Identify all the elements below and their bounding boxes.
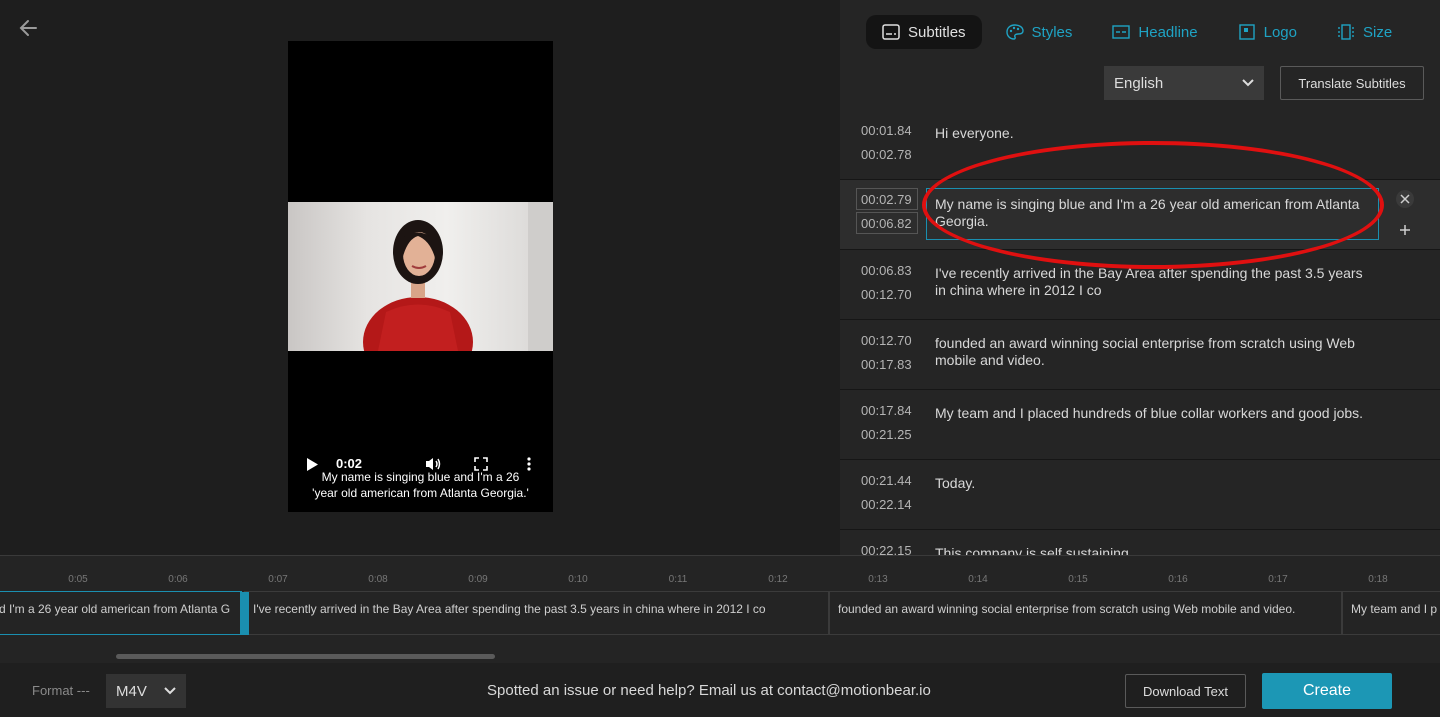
tab-label: Styles	[1031, 23, 1073, 41]
editor-panel: Subtitles Styles Headline Logo Size Engl…	[840, 0, 1440, 555]
tick-label: 0:13	[868, 574, 888, 585]
subtitle-text[interactable]: Today.	[935, 475, 1365, 492]
logo-icon	[1238, 24, 1255, 40]
arrow-left-icon[interactable]	[16, 16, 42, 40]
start-time: 00:22.15	[861, 543, 912, 555]
headline-icon	[1112, 25, 1131, 39]
start-time: 00:21.44	[861, 473, 912, 488]
start-time: 00:12.70	[861, 333, 912, 348]
create-button[interactable]: Create	[1262, 673, 1392, 709]
end-time: 00:12.70	[861, 287, 912, 302]
subtitles-icon	[882, 24, 900, 40]
timeline-clip[interactable]: founded an award winning social enterpri…	[829, 591, 1342, 635]
timeline-playhead[interactable]	[240, 592, 249, 635]
subtitle-row[interactable]: 00:21.44 00:22.14 Today.	[840, 460, 1440, 530]
timeline-clips: d I'm a 26 year old american from Atlant…	[0, 591, 1440, 635]
chevron-down-icon	[164, 687, 176, 695]
format-selected: M4V	[116, 682, 147, 700]
subtitle-text[interactable]: founded an award winning social enterpri…	[935, 335, 1365, 369]
tab-label: Size	[1363, 23, 1393, 41]
delete-subtitle-button[interactable]	[1396, 190, 1414, 208]
tick-label: 0:05	[68, 574, 88, 585]
end-time: 00:22.14	[861, 497, 912, 512]
format-label: Format ---	[32, 683, 90, 698]
download-text-button[interactable]: Download Text	[1125, 674, 1246, 708]
end-time: 00:17.83	[861, 357, 912, 372]
subtitle-text[interactable]: I've recently arrived in the Bay Area af…	[935, 265, 1365, 299]
timeline-ruler: 0:05 0:06 0:07 0:08 0:09 0:10 0:11 0:12 …	[0, 564, 1440, 592]
subtitle-text[interactable]: This company is self sustaining	[935, 545, 1365, 555]
chevron-down-icon	[1242, 79, 1254, 87]
tick-label: 0:14	[968, 574, 988, 585]
subtitle-text-input[interactable]: My name is singing blue and I'm a 26 yea…	[926, 188, 1379, 240]
language-selected: English	[1114, 74, 1164, 92]
caption-line: My name is singing blue and I'm a 26	[321, 470, 520, 484]
subtitle-row[interactable]: 00:06.83 00:12.70 I've recently arrived …	[840, 250, 1440, 320]
format-select[interactable]: M4V	[106, 674, 186, 708]
editor-tabs: Subtitles Styles Headline Logo Size	[866, 15, 1416, 49]
video-preview-area: 0:02 My name is singing blue and I'm a 2…	[0, 0, 840, 555]
tick-label: 0:09	[468, 574, 488, 585]
timeline: 0:05 0:06 0:07 0:08 0:09 0:10 0:11 0:12 …	[0, 555, 1440, 663]
start-time: 00:17.84	[861, 403, 912, 418]
end-time: 00:21.25	[861, 427, 912, 442]
tick-label: 0:06	[168, 574, 188, 585]
timeline-scrollbar-thumb[interactable]	[116, 654, 495, 659]
palette-icon	[1005, 24, 1024, 40]
translate-subtitles-button[interactable]: Translate Subtitles	[1280, 66, 1424, 100]
language-select[interactable]: English	[1104, 66, 1264, 100]
end-time-input[interactable]: 00:06.82	[856, 212, 918, 234]
tick-label: 0:17	[1268, 574, 1288, 585]
caption-line: 'year old american from Atlanta Georgia.…	[312, 486, 529, 500]
end-time: 00:02.78	[861, 147, 912, 162]
start-time-input[interactable]: 00:02.79	[856, 188, 918, 210]
tab-styles[interactable]: Styles	[990, 15, 1089, 49]
tab-label: Headline	[1138, 23, 1198, 41]
video-frame-image	[288, 202, 553, 351]
timeline-scrollbar[interactable]	[0, 654, 1440, 660]
tab-subtitles[interactable]: Subtitles	[866, 15, 982, 49]
start-time: 00:01.84	[861, 123, 912, 138]
add-subtitle-button[interactable]	[1396, 221, 1414, 239]
subtitle-text[interactable]: Hi everyone.	[935, 125, 1365, 142]
subtitle-row[interactable]: 00:17.84 00:21.25 My team and I placed h…	[840, 390, 1440, 460]
size-icon	[1338, 24, 1354, 40]
start-time: 00:06.83	[861, 263, 912, 278]
tick-label: 0:08	[368, 574, 388, 585]
tick-label: 0:11	[668, 574, 688, 585]
tick-label: 0:15	[1068, 574, 1088, 585]
tab-size[interactable]: Size	[1321, 15, 1408, 49]
tab-label: Subtitles	[908, 23, 966, 41]
tick-label: 0:18	[1368, 574, 1388, 585]
video-player[interactable]: 0:02 My name is singing blue and I'm a 2…	[288, 41, 553, 512]
timeline-clip-active[interactable]: d I'm a 26 year old american from Atlant…	[0, 591, 242, 635]
footer-bar: Format --- M4V Spotted an issue or need …	[0, 663, 1440, 717]
subtitle-list: 00:01.84 00:02.78 Hi everyone. 00:02.79 …	[840, 110, 1440, 555]
video-caption: My name is singing blue and I'm a 26 'ye…	[288, 469, 553, 501]
subtitle-row[interactable]: 00:12.70 00:17.83 founded an award winni…	[840, 320, 1440, 390]
tick-label: 0:12	[768, 574, 788, 585]
close-icon[interactable]	[1400, 194, 1410, 204]
tab-headline[interactable]: Headline	[1096, 15, 1213, 49]
tab-logo[interactable]: Logo	[1222, 15, 1313, 49]
subtitle-text[interactable]: My team and I placed hundreds of blue co…	[935, 405, 1365, 422]
tick-label: 0:16	[1168, 574, 1188, 585]
plus-icon[interactable]	[1399, 224, 1411, 236]
subtitle-row[interactable]: 00:22.15 This company is self sustaining	[840, 530, 1440, 555]
app-root: 0:02 My name is singing blue and I'm a 2…	[0, 0, 1440, 717]
tab-label: Logo	[1263, 23, 1297, 41]
tick-label: 0:07	[268, 574, 288, 585]
timeline-clip[interactable]: I've recently arrived in the Bay Area af…	[244, 591, 829, 635]
subtitle-row-active[interactable]: 00:02.79 00:06.82 My name is singing blu…	[840, 180, 1440, 250]
back-button[interactable]	[16, 16, 42, 40]
help-text: Spotted an issue or need help? Email us …	[487, 682, 931, 699]
tick-label: 0:10	[568, 574, 588, 585]
subtitle-row[interactable]: 00:01.84 00:02.78 Hi everyone.	[840, 110, 1440, 180]
timeline-clip[interactable]: My team and I p	[1342, 591, 1440, 635]
